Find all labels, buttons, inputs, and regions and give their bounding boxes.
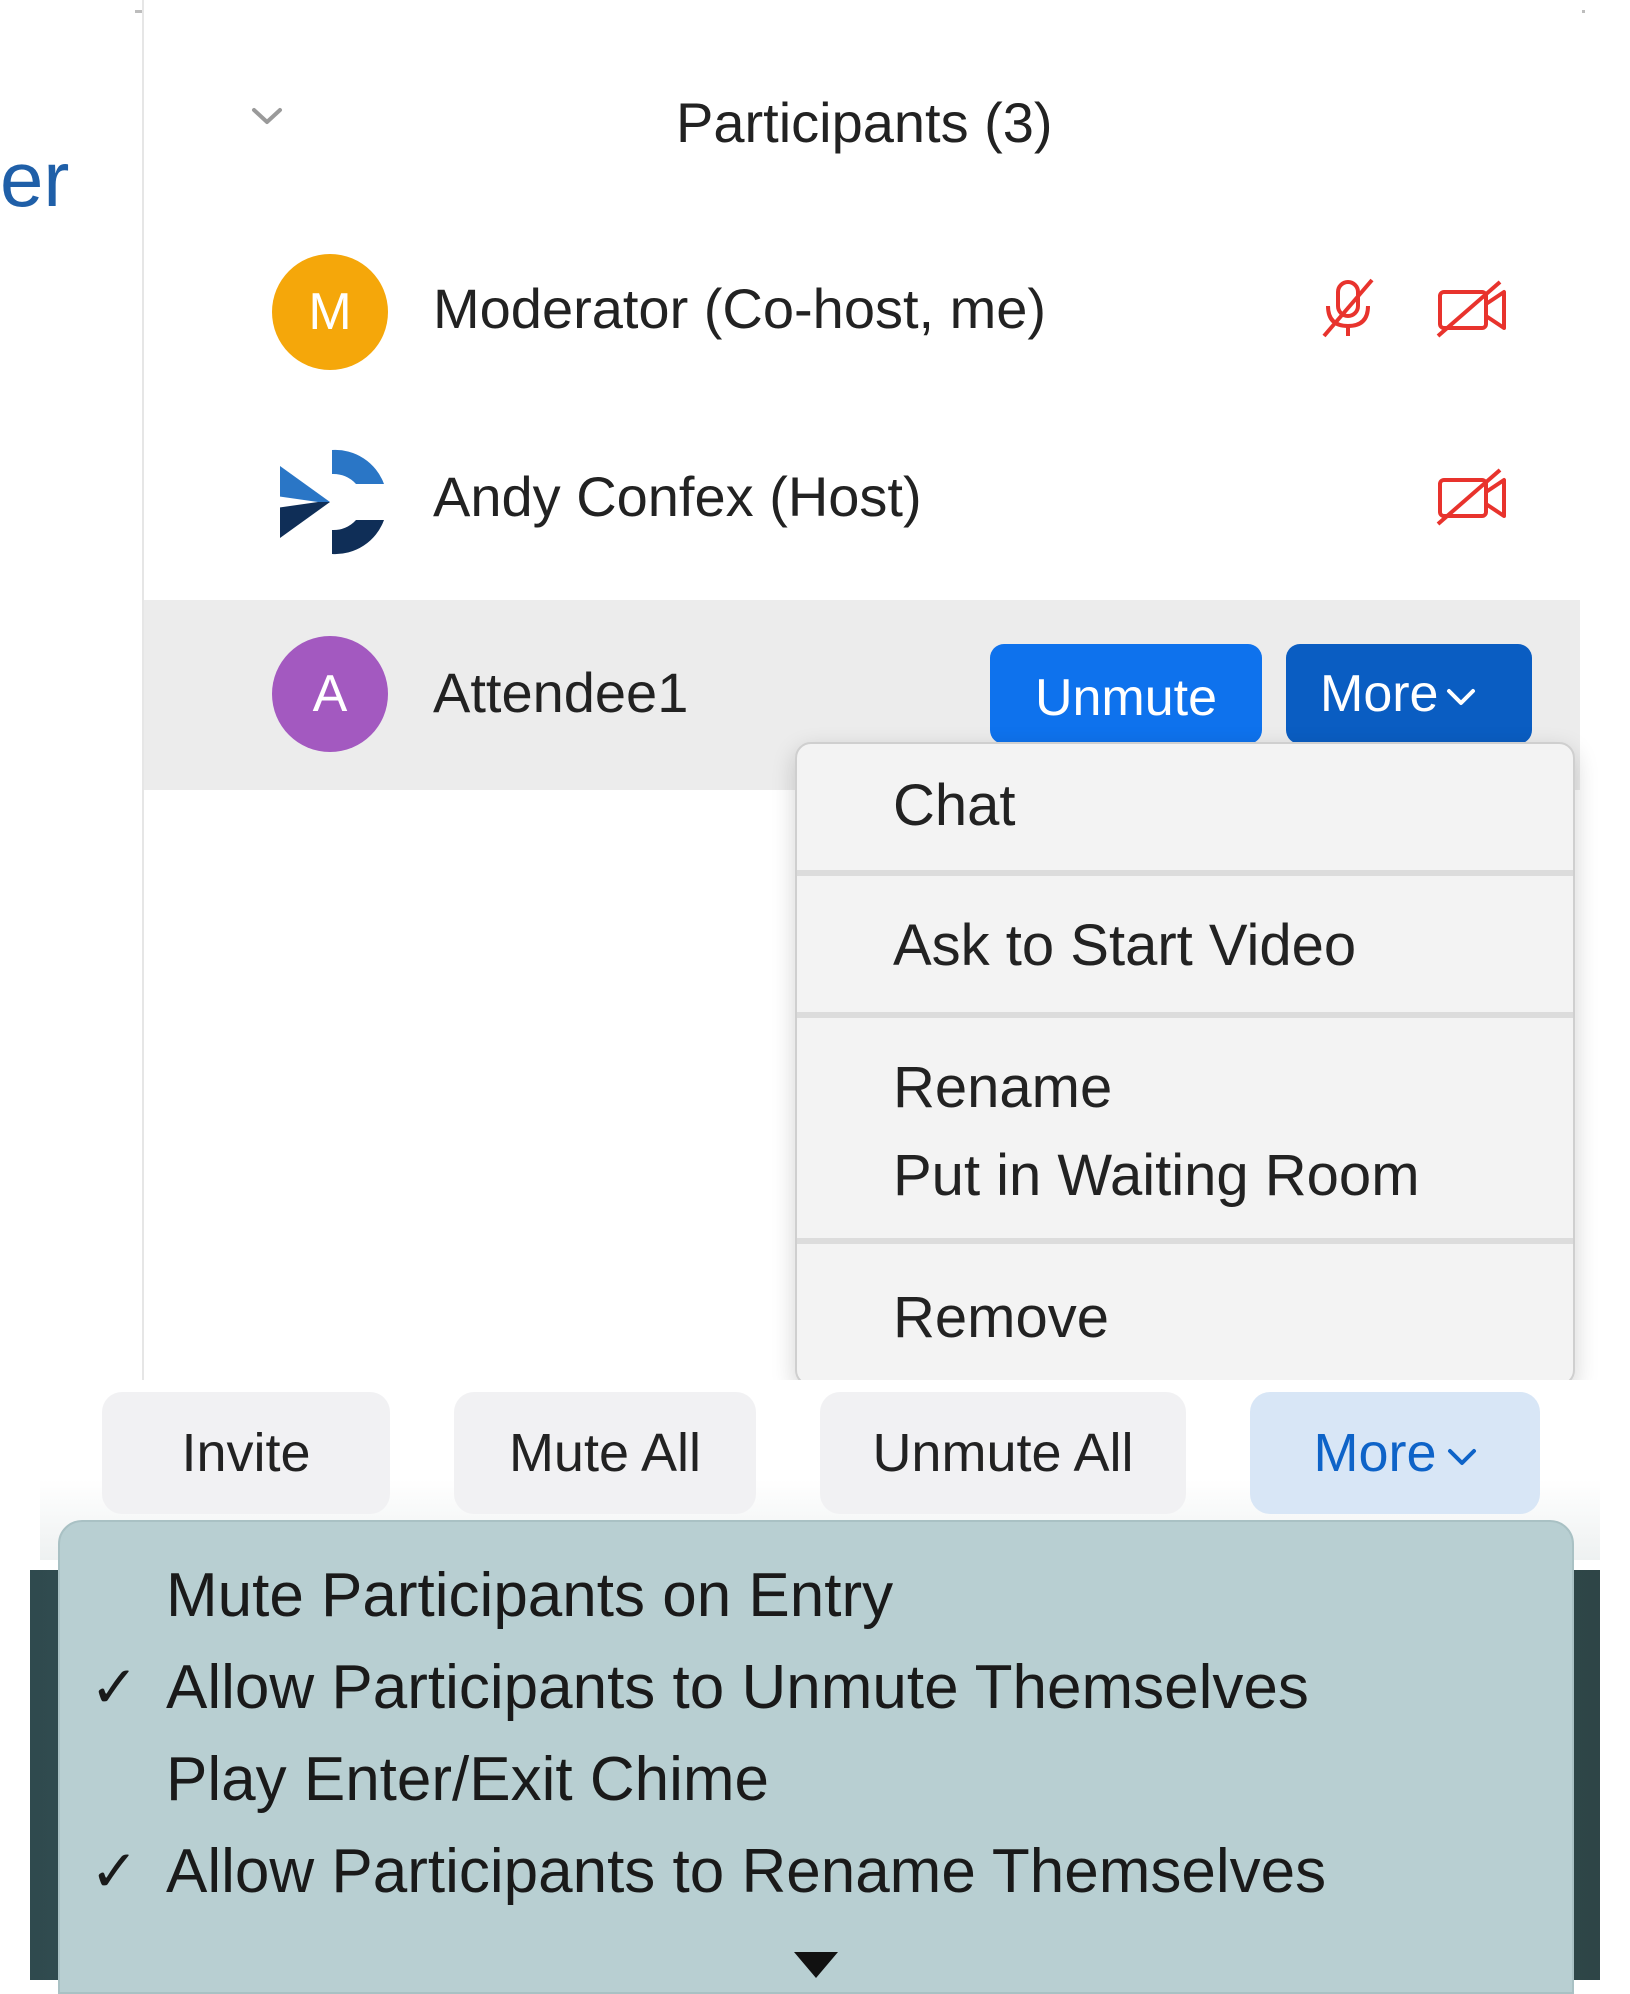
avatar-moderator: M [272,254,388,370]
checkmark-icon: ✓ [90,1655,139,1720]
chevron-down-icon [1447,689,1476,706]
collapse-chevron-icon[interactable] [250,104,284,128]
unmute-all-button[interactable]: Unmute All [820,1392,1186,1514]
menu-separator [797,1238,1573,1244]
mute-all-button[interactable]: Mute All [454,1392,756,1514]
video-off-icon[interactable] [1434,464,1510,528]
menu-item-remove[interactable]: Remove [893,1284,1109,1352]
participant-name: Attendee1 [433,661,689,724]
unmute-participant-button[interactable]: Unmute [990,644,1262,744]
chevron-down-icon [1447,1448,1476,1465]
menu-item-mute-on-entry[interactable]: Mute Participants on Entry [166,1560,893,1632]
menu-item-chat[interactable]: Chat [893,772,1016,840]
more-options-menu: Mute Participants on Entry ✓ Allow Parti… [58,1520,1574,1994]
participant-context-menu: Chat Ask to Start Video Rename Put in Wa… [795,742,1575,1386]
scroll-down-arrow-icon[interactable] [792,1950,840,1980]
participants-title: Participants (3) [676,91,1053,154]
confex-logo-icon [276,449,384,555]
menu-item-ask-to-start-video[interactable]: Ask to Start Video [893,912,1356,980]
participant-more-button[interactable]: More [1286,644,1532,744]
participant-row-host[interactable]: Andy Confex (Host) [144,408,1580,598]
avatar-attendee: A [272,636,388,752]
menu-separator [797,1012,1573,1018]
background-partial-text: er [0,135,70,223]
menu-item-allow-rename-themselves[interactable]: Allow Participants to Rename Themselves [166,1836,1326,1908]
footer-more-button[interactable]: More [1250,1392,1540,1514]
menu-item-allow-unmute-themselves[interactable]: Allow Participants to Unmute Themselves [166,1652,1309,1724]
checkmark-icon: ✓ [90,1839,139,1904]
participant-name: Moderator (Co-host, me) [433,277,1047,340]
menu-item-play-enter-exit-chime[interactable]: Play Enter/Exit Chime [166,1744,769,1816]
participant-row-moderator[interactable]: M Moderator (Co-host, me) [144,218,1580,408]
menu-item-rename[interactable]: Rename [893,1054,1112,1122]
mic-muted-icon[interactable] [1316,276,1380,340]
participant-name: Andy Confex (Host) [433,465,922,528]
menu-separator [797,870,1573,876]
menu-item-put-in-waiting-room[interactable]: Put in Waiting Room [893,1142,1420,1210]
invite-button[interactable]: Invite [102,1392,390,1514]
video-off-icon[interactable] [1434,276,1510,340]
